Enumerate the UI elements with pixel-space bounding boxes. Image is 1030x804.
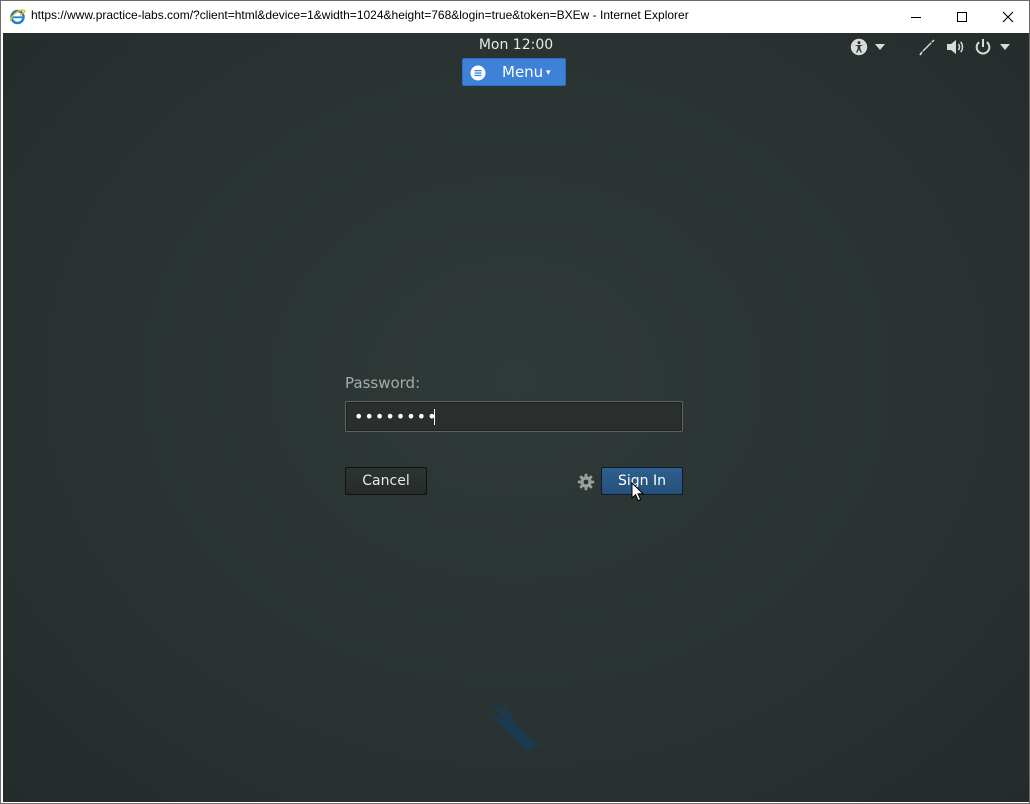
pen-icon — [919, 39, 935, 56]
maximize-icon — [957, 11, 967, 22]
login-screen: Mon 12:00 Menu ▾ Password: •••••••• Canc… — [3, 33, 1029, 802]
menu-label: Menu — [502, 63, 544, 81]
password-input[interactable]: •••••••• — [345, 401, 683, 432]
maximize-button[interactable] — [939, 1, 985, 32]
close-icon — [1002, 11, 1014, 22]
browser-window: https://www.practice-labs.com/?client=ht… — [0, 0, 1030, 804]
power-caret[interactable] — [998, 37, 1012, 57]
minimize-icon — [911, 16, 921, 18]
mouse-pointer-icon — [631, 482, 645, 502]
password-label: Password: — [345, 374, 421, 392]
accessibility-icon — [850, 38, 868, 56]
minimize-button[interactable] — [893, 1, 939, 32]
text-caret — [434, 409, 435, 425]
chevron-down-icon — [1000, 44, 1010, 50]
window-title: https://www.practice-labs.com/?client=ht… — [31, 8, 689, 22]
power-menu-button[interactable] — [973, 37, 993, 57]
accessibility-caret[interactable] — [873, 37, 887, 57]
menu-caret: ▾ — [546, 68, 551, 78]
menu-list-icon — [470, 65, 486, 81]
menu-button[interactable]: Menu ▾ — [462, 58, 566, 86]
volume-button[interactable] — [945, 37, 967, 57]
close-button[interactable] — [985, 1, 1030, 32]
accessibility-menu-button[interactable] — [849, 37, 869, 57]
gear-icon[interactable] — [577, 473, 595, 491]
password-value: •••••••• — [354, 407, 438, 426]
internet-explorer-icon — [9, 9, 26, 25]
window-titlebar: https://www.practice-labs.com/?client=ht… — [1, 1, 1029, 32]
pen-tablet-button[interactable] — [917, 37, 937, 57]
cancel-button[interactable]: Cancel — [345, 467, 427, 495]
chevron-down-icon — [875, 44, 885, 50]
power-icon — [975, 39, 991, 55]
distro-logo-icon — [489, 703, 541, 753]
volume-icon — [947, 40, 964, 54]
